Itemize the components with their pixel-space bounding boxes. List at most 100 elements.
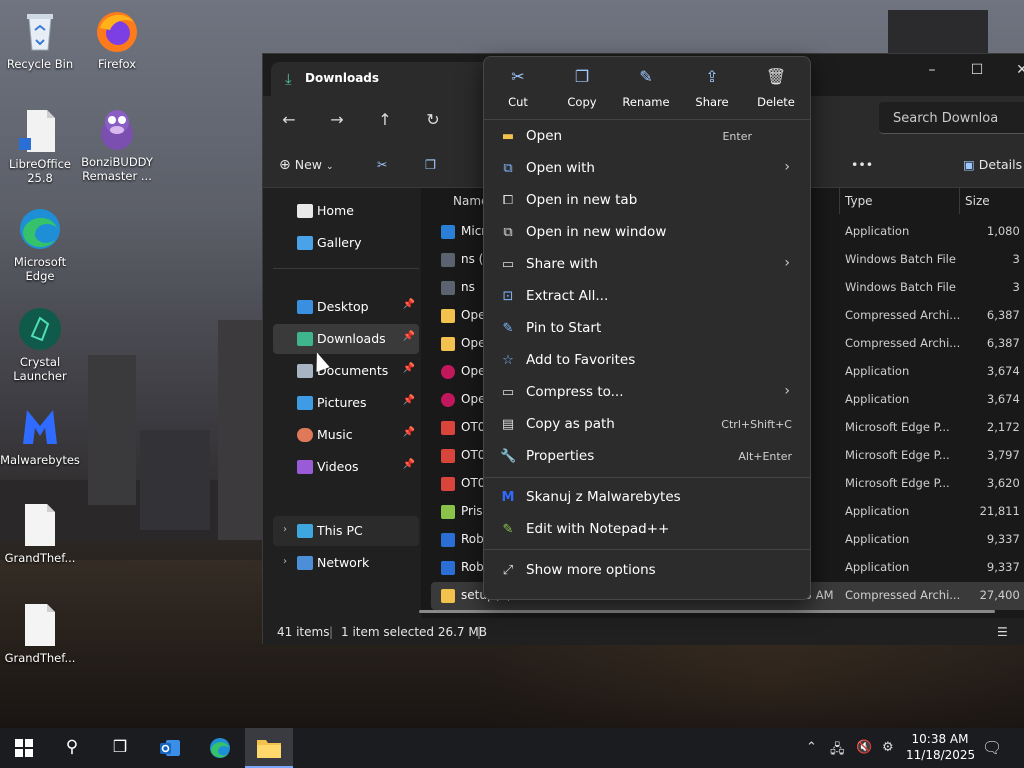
rename-button[interactable]: ✎ Rename: [614, 67, 678, 115]
pin-icon[interactable]: 📌: [403, 395, 415, 406]
notification-icon[interactable]: 🗨: [982, 738, 1002, 757]
sidebar-item-gallery[interactable]: Gallery: [273, 228, 419, 258]
desktop-icon-recycle-bin[interactable]: Recycle Bin: [0, 8, 80, 71]
menu-item-open-new-window[interactable]: ⧉ Open in new window: [490, 218, 806, 248]
app-icon: [441, 365, 455, 379]
sidebar-item-music[interactable]: Music 📌: [273, 420, 419, 450]
copy-button[interactable]: ❐ Copy: [550, 67, 614, 115]
pin-icon[interactable]: 📌: [403, 427, 415, 438]
menu-item-add-to-favorites[interactable]: ☆ Add to Favorites: [490, 346, 806, 376]
desktop-icon-libreoffice[interactable]: LibreOffice 25.8: [0, 108, 80, 185]
menu-shortcut: Alt+Enter: [738, 450, 792, 463]
gear-icon[interactable]: ⚙: [882, 740, 894, 755]
menu-item-malwarebytes-scan[interactable]: M Skanuj z Malwarebytes: [490, 483, 806, 513]
sidebar-item-videos[interactable]: Videos 📌: [273, 452, 419, 482]
menu-item-copy-as-path[interactable]: ▤ Copy as path Ctrl+Shift+C: [490, 410, 806, 440]
copy-icon[interactable]: ❐: [425, 157, 436, 172]
pin-icon[interactable]: 📌: [403, 299, 415, 310]
share-button[interactable]: ⇪ Share: [680, 67, 744, 115]
volume-muted-icon[interactable]: 🔇: [856, 740, 872, 755]
menu-item-show-more-options[interactable]: ⤢ Show more options: [490, 556, 806, 586]
menu-shortcut: Ctrl+Shift+C: [721, 418, 792, 431]
desktop-folder-icon: [297, 300, 313, 314]
column-divider: [839, 188, 840, 214]
tab-downloads[interactable]: ⤓ Downloads: [271, 62, 491, 96]
menu-item-open[interactable]: ▬ Open Enter: [490, 122, 806, 152]
wallpaper-building: [218, 320, 262, 540]
sidebar-item-network[interactable]: › Network: [273, 548, 419, 578]
details-button[interactable]: ▣ Details: [963, 157, 1022, 172]
wallpaper-building: [888, 10, 988, 54]
pin-icon[interactable]: 📌: [403, 459, 415, 470]
desktop-icon-bonzibuddy[interactable]: BonziBUDDY Remaster ...: [77, 106, 157, 183]
pdf-icon: [441, 449, 455, 463]
chevron-right-icon[interactable]: ›: [283, 556, 287, 567]
close-icon[interactable]: ✕: [1011, 62, 1024, 82]
document-icon: [17, 108, 63, 154]
desktop-icon-grandtheft-1[interactable]: GrandThef...: [0, 502, 80, 565]
menu-item-label: Pin to Start: [526, 320, 602, 336]
search-button[interactable]: ⚲: [48, 728, 96, 768]
menu-item-open-new-tab[interactable]: ⧠ Open in new tab: [490, 186, 806, 216]
file-name: OT0: [461, 448, 486, 462]
more-options-icon: ⤢: [502, 563, 514, 578]
network-icon[interactable]: 🖧: [830, 740, 845, 762]
desktop-icon-crystal-launcher[interactable]: Crystal Launcher: [0, 306, 80, 383]
forward-arrow-icon[interactable]: →: [325, 110, 349, 132]
start-button[interactable]: [0, 728, 48, 768]
more-options-icon[interactable]: •••: [851, 157, 873, 172]
taskbar-outlook[interactable]: [146, 728, 194, 768]
scissors-icon[interactable]: ✂: [377, 157, 387, 172]
file-type: Compressed Archi...: [845, 588, 961, 602]
desktop-icon-malwarebytes[interactable]: Malwarebytes: [0, 404, 80, 467]
sidebar-label: Gallery: [317, 235, 362, 250]
sidebar-item-downloads[interactable]: Downloads 📌: [273, 324, 419, 354]
desktop-icon-firefox[interactable]: Firefox: [77, 8, 157, 71]
sidebar-item-pictures[interactable]: Pictures 📌: [273, 388, 419, 418]
desktop-icon-grandtheft-2[interactable]: GrandThef...: [0, 602, 80, 665]
chevron-right-icon[interactable]: ›: [283, 524, 287, 535]
sidebar-item-desktop[interactable]: Desktop 📌: [273, 292, 419, 322]
refresh-icon[interactable]: ↻: [421, 110, 445, 132]
search-input[interactable]: Search Downloa: [879, 102, 1024, 134]
menu-item-edit-notepadpp[interactable]: ✎ Edit with Notepad++: [490, 515, 806, 545]
sidebar-item-home[interactable]: Home: [273, 196, 419, 226]
context-menu[interactable]: ✂ Cut ❐ Copy ✎ Rename ⇪ Share 🗑 Delete ▬…: [483, 56, 811, 600]
file-type: Application: [845, 392, 910, 406]
menu-item-pin-to-start[interactable]: ✎ Pin to Start: [490, 314, 806, 344]
pin-icon[interactable]: 📌: [403, 331, 415, 342]
menu-item-compress-to[interactable]: ▭ Compress to... ›: [490, 378, 806, 408]
taskbar-edge[interactable]: [196, 728, 244, 768]
sidebar-label: Desktop: [317, 299, 369, 314]
up-arrow-icon[interactable]: ↑: [373, 110, 397, 132]
desktop-icon-edge[interactable]: Microsoft Edge: [0, 206, 80, 283]
file-size: 1,080 K: [986, 224, 1024, 238]
selection-info: 1 item selected 26.7 MB: [341, 625, 487, 639]
column-header-size[interactable]: Size: [965, 194, 990, 208]
sidebar-item-documents[interactable]: Documents 📌: [273, 356, 419, 386]
menu-item-share-with[interactable]: ▭ Share with ›: [490, 250, 806, 280]
horizontal-scrollbar[interactable]: [419, 610, 995, 613]
maximize-icon[interactable]: ☐: [966, 62, 988, 82]
file-size: 21,811 K: [979, 504, 1024, 518]
menu-item-extract-all[interactable]: ⊡ Extract All...: [490, 282, 806, 312]
back-arrow-icon[interactable]: ←: [277, 110, 301, 132]
list-view-icon[interactable]: ☰: [997, 625, 1008, 639]
cut-button[interactable]: ✂ Cut: [486, 67, 550, 115]
music-icon: [297, 428, 313, 442]
minimize-icon[interactable]: –: [921, 62, 943, 82]
pin-icon[interactable]: 📌: [403, 363, 415, 374]
sidebar-item-this-pc[interactable]: › This PC: [273, 516, 419, 546]
delete-button[interactable]: 🗑 Delete: [744, 67, 808, 115]
menu-item-open-with[interactable]: ⧉ Open with ›: [490, 154, 806, 184]
new-button[interactable]: ⊕ New ⌄: [279, 157, 334, 173]
menu-item-properties[interactable]: 🔧 Properties Alt+Enter: [490, 442, 806, 472]
search-icon: ⚲: [65, 737, 79, 757]
clock[interactable]: 10:38 AM 11/18/2025: [906, 731, 975, 763]
pictures-icon: [297, 396, 313, 410]
taskbar-file-explorer[interactable]: [245, 728, 293, 768]
chevron-up-icon[interactable]: ⌃: [806, 740, 817, 755]
task-view-button[interactable]: ❒: [96, 728, 144, 768]
file-type: Compressed Archi...: [845, 336, 961, 350]
column-header-type[interactable]: Type: [845, 194, 873, 208]
